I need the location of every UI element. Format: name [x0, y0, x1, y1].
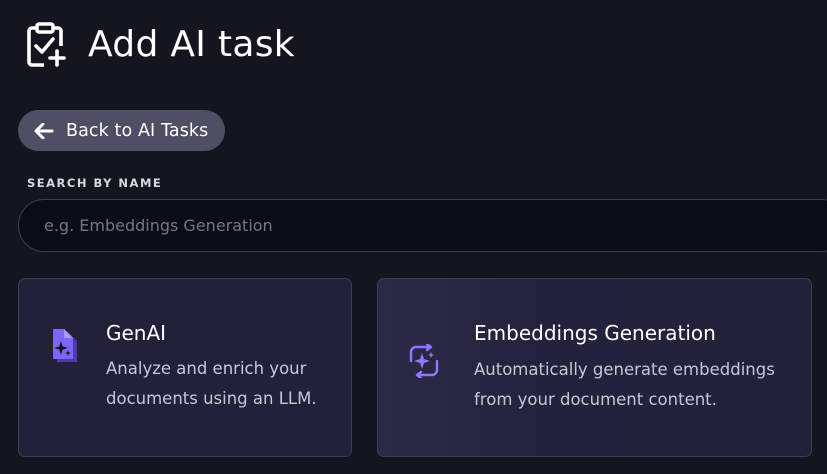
card-description: Automatically generate embeddings from y…: [474, 360, 775, 409]
clipboard-check-plus-icon: [27, 22, 66, 67]
task-card-genai[interactable]: GenAI Analyze and enrich your documents …: [18, 278, 352, 457]
page-title: Add AI task: [88, 24, 295, 65]
arrow-left-icon: [34, 122, 54, 139]
back-button-label: Back to AI Tasks: [66, 120, 209, 141]
add-ai-task-page: Add AI task Back to AI Tasks SEARCH BY N…: [0, 0, 827, 474]
sparkle-refresh-icon: [409, 344, 439, 378]
search-input[interactable]: [19, 200, 827, 251]
back-to-ai-tasks-button[interactable]: Back to AI Tasks: [18, 110, 226, 151]
card-title: Embeddings Generation: [474, 321, 716, 345]
task-card-embeddings-generation[interactable]: Embeddings Generation Automatically gene…: [377, 278, 812, 457]
card-title: GenAI: [106, 321, 167, 345]
search-label: SEARCH BY NAME: [27, 176, 163, 190]
page-header: Add AI task: [22, 22, 295, 68]
search-field: [18, 199, 827, 252]
document-sparkle-icon: [53, 329, 77, 362]
card-description: Analyze and enrich your documents using …: [106, 359, 317, 408]
